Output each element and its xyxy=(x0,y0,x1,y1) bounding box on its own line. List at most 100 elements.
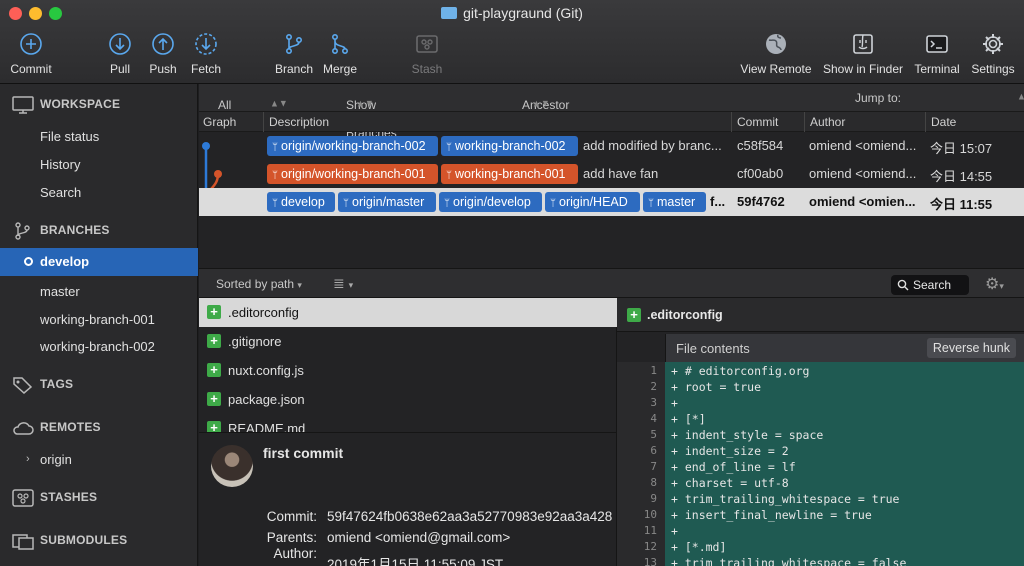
branch-icon: ᛘ xyxy=(446,142,452,153)
column-date[interactable]: Date xyxy=(931,115,956,129)
parents-value[interactable]: omiend <omiend@gmail.com> xyxy=(327,530,510,545)
show-in-finder-label: Show in Finder xyxy=(822,62,904,76)
ref-tag-label: master xyxy=(657,195,696,209)
commit-hash: 59f4762 xyxy=(737,194,785,209)
commit-hash: c58f584 xyxy=(737,138,784,153)
sidebar-item-master[interactable]: master xyxy=(40,284,80,299)
sidebar-item-history[interactable]: History xyxy=(40,157,80,172)
view-remote-button[interactable]: View Remote xyxy=(735,32,817,76)
sidebar-item-working-branch-002[interactable]: working-branch-002 xyxy=(40,339,155,354)
commit-author: omiend <omiend... xyxy=(809,138,917,153)
branch-icon: ᛘ xyxy=(272,198,278,209)
diff-line[interactable]: + charset = utf-8 xyxy=(671,476,789,490)
branch-icon: ᛘ xyxy=(444,198,450,209)
file-row[interactable]: + nuxt.config.js xyxy=(199,356,617,385)
sidebar-section-remotes[interactable]: REMOTES xyxy=(12,419,101,437)
branches-heading: BRANCHES xyxy=(40,223,110,238)
sidebar-section-submodules[interactable]: SUBMODULES xyxy=(12,532,127,550)
workspace-heading: WORKSPACE xyxy=(40,97,121,112)
diff-line[interactable]: + [*] xyxy=(671,412,706,426)
sidebar-section-branches[interactable]: BRANCHES xyxy=(12,222,110,240)
sidebar-item-working-branch-001[interactable]: working-branch-001 xyxy=(40,312,155,327)
file-added-icon: + xyxy=(207,305,221,319)
sidebar-section-tags[interactable]: TAGS xyxy=(12,376,73,394)
branch-icon: ᛘ xyxy=(343,198,349,209)
column-divider[interactable] xyxy=(925,112,926,132)
diff-line[interactable]: + trim_trailing_whitespace = false xyxy=(671,556,906,566)
file-added-icon: + xyxy=(207,334,221,348)
current-branch-icon xyxy=(24,257,33,266)
ref-tag-label: working-branch-001 xyxy=(455,167,566,181)
diff-line[interactable]: + indent_style = space xyxy=(671,428,823,442)
gear-icon[interactable]: ⚙▾ xyxy=(985,274,1004,294)
commit-button[interactable]: Commit xyxy=(0,32,66,76)
diff-line[interactable]: + # editorconfig.org xyxy=(671,364,809,378)
file-added-icon: + xyxy=(207,392,221,406)
terminal-label: Terminal xyxy=(914,62,960,76)
diff-line[interactable]: + trim_trailing_whitespace = true xyxy=(671,492,899,506)
file-row[interactable]: + .gitignore xyxy=(199,327,617,356)
diff-line[interactable]: + [*.md] xyxy=(671,540,726,554)
chevron-right-icon[interactable]: › xyxy=(26,453,30,465)
hunk-label: File contents xyxy=(676,341,750,356)
fetch-circle-icon xyxy=(195,33,217,55)
diff-file-header: + .editorconfig xyxy=(617,298,1024,332)
show-in-finder-button[interactable]: Show in Finder xyxy=(818,32,908,76)
column-author[interactable]: Author xyxy=(810,115,845,129)
merge-button[interactable]: Merge xyxy=(305,32,375,76)
sidebar-item-origin[interactable]: origin xyxy=(40,452,72,467)
list-view-icon[interactable]: ≣ ▾ xyxy=(333,275,353,292)
branch-icon xyxy=(286,33,303,54)
commit-datetime: 2019年1月15日 11:55:09 JST xyxy=(327,557,504,566)
column-graph[interactable]: Graph xyxy=(203,115,236,129)
ref-tag-label: origin/master xyxy=(352,195,425,209)
branch-icon: ᛘ xyxy=(272,170,278,181)
diff-panel: + .editorconfig File contents Reverse hu… xyxy=(617,298,1024,566)
settings-button[interactable]: Settings xyxy=(958,32,1024,76)
line-number-gutter: 1 2 3 4 5 6 7 8 9 10 11 12 13 xyxy=(617,362,665,566)
file-row-selected[interactable]: + .editorconfig xyxy=(199,298,617,327)
diff-line[interactable]: + end_of_line = lf xyxy=(671,460,796,474)
column-description[interactable]: Description xyxy=(269,115,329,129)
column-divider[interactable] xyxy=(263,112,264,132)
commit-full-hash[interactable]: 59f47624fb0638e62aa3a52770983e92aa3a428 xyxy=(327,509,612,524)
file-added-icon: + xyxy=(627,308,641,322)
column-commit[interactable]: Commit xyxy=(737,115,778,129)
stash-button[interactable]: Stash xyxy=(392,32,462,76)
updown-chevron-icon: ▲▼ xyxy=(270,97,288,109)
column-divider[interactable] xyxy=(804,112,805,132)
diff-line[interactable]: + xyxy=(671,524,678,538)
line-number: 1 xyxy=(650,364,657,377)
commit-date: 今日 15:07 xyxy=(930,141,993,156)
jump-to-chevron-icon[interactable]: ▲▼ xyxy=(1017,91,1024,102)
line-number: 8 xyxy=(650,476,657,489)
sidebar-section-stashes[interactable]: STASHES xyxy=(12,489,97,507)
file-row[interactable]: + package.json xyxy=(199,385,617,414)
diff-line[interactable]: + indent_size = 2 xyxy=(671,444,789,458)
sidebar-item-file-status[interactable]: File status xyxy=(40,129,99,144)
diff-line[interactable]: + insert_final_newline = true xyxy=(671,508,872,522)
diff-line[interactable]: + root = true xyxy=(671,380,761,394)
commit-row[interactable]: ᛘ origin/working-branch-001 ᛘ working-bran… xyxy=(199,160,1024,188)
commit-row[interactable]: ᛘ origin/working-branch-002 ᛘ working-bran… xyxy=(199,132,1024,160)
sourcetree-window: git-playgraund (Git) Commit Pull Push Fe… xyxy=(0,0,1024,566)
diff-line[interactable]: + xyxy=(671,396,678,410)
plus-circle-icon xyxy=(20,33,42,55)
parents-label: Parents: xyxy=(266,530,317,545)
search-label: Search xyxy=(913,278,952,292)
sidebar-section-workspace[interactable]: WORKSPACE xyxy=(12,96,120,114)
file-search-button[interactable]: Search xyxy=(891,275,969,295)
sort-select[interactable]: Sorted by path ▾ xyxy=(216,277,302,291)
ref-tag-label: origin/develop xyxy=(453,195,531,209)
ref-tag-label: working-branch-002 xyxy=(455,139,566,153)
globe-icon xyxy=(766,34,786,54)
commit-row-selected[interactable]: ᛘ develop ᛘ origin/master ᛘ origin/develop … xyxy=(199,188,1024,216)
sidebar-item-develop-selected[interactable]: develop xyxy=(0,248,198,276)
fetch-button[interactable]: Fetch xyxy=(171,32,241,76)
column-divider[interactable] xyxy=(731,112,732,132)
sidebar-item-search[interactable]: Search xyxy=(40,185,81,200)
remotes-heading: REMOTES xyxy=(40,420,101,435)
terminal-icon xyxy=(926,35,948,53)
reverse-hunk-button[interactable]: Reverse hunk xyxy=(926,338,1016,358)
gear-icon xyxy=(983,34,1003,54)
